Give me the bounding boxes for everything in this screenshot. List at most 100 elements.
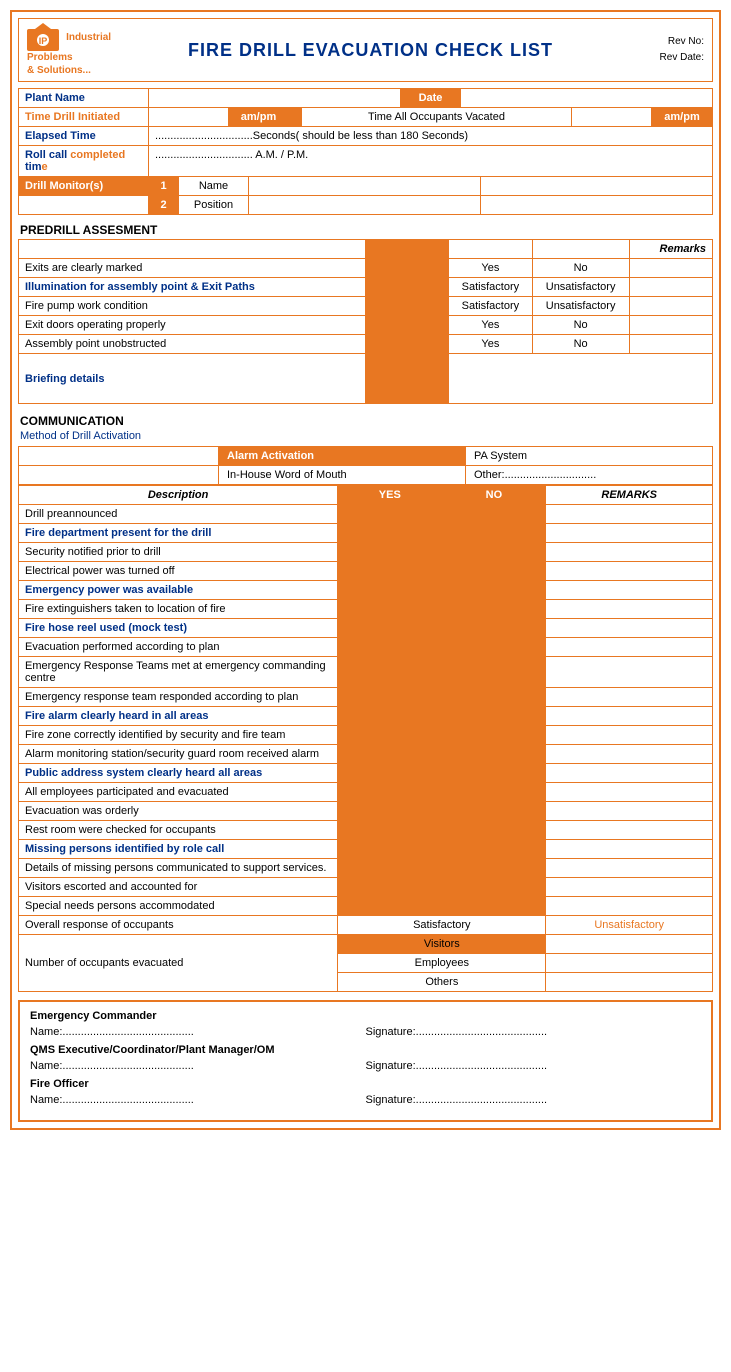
plant-date-row: Plant Name Date [19,89,712,108]
comm-row-yes-orange [338,897,442,916]
comm-row-remarks[interactable] [546,821,713,840]
comm-occupants-others-val[interactable] [546,973,713,992]
comm-row-remarks[interactable] [546,600,713,619]
comm-row-desc: Emergency Response Teams met at emergenc… [19,657,338,688]
monitor1-name-value[interactable] [249,177,481,195]
comm-row-remarks[interactable] [546,783,713,802]
predrill-row-orange [366,335,449,354]
predrill-row-remarks[interactable] [629,335,712,354]
comm-row-remarks[interactable] [546,840,713,859]
comm-row-desc: Fire hose reel used (mock test) [19,619,338,638]
plant-name-value[interactable] [149,89,401,107]
elapsed-label: Elapsed Time [19,127,149,145]
monitor2-pos-value[interactable] [249,196,481,214]
comm-row-remarks[interactable] [546,745,713,764]
comm-row-desc: Fire extinguishers taken to location of … [19,600,338,619]
comm-row-remarks[interactable] [546,524,713,543]
comm-row-yes-orange [338,764,442,783]
predrill-row-desc: Exits are clearly marked [19,259,366,278]
comm-row-remarks[interactable] [546,581,713,600]
comm-row-no-orange [442,878,546,897]
predrill-row-remarks[interactable] [629,297,712,316]
time-all-label: Time All Occupants Vacated [302,108,572,126]
comm-row-remarks[interactable] [546,688,713,707]
header: IP Industrial Problems & Solutions... FI… [18,18,713,82]
comm-occupants-employees-val[interactable] [546,954,713,973]
fo-name: Name:...................................… [30,1094,366,1106]
comm-row-desc: Electrical power was turned off [19,562,338,581]
comm-row-remarks[interactable] [546,802,713,821]
svg-text:IP: IP [39,36,48,46]
predrill-row-orange [366,316,449,335]
comm-row-yes-orange [338,543,442,562]
comm-row-desc: Evacuation was orderly [19,802,338,821]
comm-row-no-orange [442,897,546,916]
monitor2-row: 2 Position [19,196,712,214]
signature-box: Emergency Commander Name:...............… [18,1000,713,1122]
predrill-briefing-desc: Briefing details [19,354,366,404]
time-drill-label: Time Drill Initiated [19,108,149,126]
alarm-activation: Alarm Activation [219,447,466,465]
drill-monitors-label: Drill Monitor(s) [19,177,149,195]
predrill-row-desc: Exit doors operating properly [19,316,366,335]
comm-row-desc: Missing persons identified by role call [19,840,338,859]
comm-row-yes-orange [338,802,442,821]
predrill-row-col2: Unsatisfactory [532,278,629,297]
comm-yes-header: YES [338,486,442,505]
comm-row-remarks[interactable] [546,543,713,562]
ec-title: Emergency Commander [30,1010,701,1022]
comm-row-desc: Rest room were checked for occupants [19,821,338,840]
comm-row-yes-orange [338,619,442,638]
ec-signature: Signature:..............................… [366,1026,702,1038]
comm-row-no-orange [442,619,546,638]
comm-row-desc: Security notified prior to drill [19,543,338,562]
time-row: Time Drill Initiated am/pm Time All Occu… [19,108,712,127]
monitor1-extra [481,177,712,195]
time-drill-value[interactable] [149,108,229,126]
comm-row-remarks[interactable] [546,764,713,783]
comm-row-no-orange [442,638,546,657]
comm-row-remarks[interactable] [546,638,713,657]
monitor2-empty [19,196,149,214]
predrill-yes-header [449,240,532,259]
predrill-row-col1: Satisfactory [449,297,532,316]
predrill-row-desc: Illumination for assembly point & Exit P… [19,278,366,297]
comm-row-no-orange [442,581,546,600]
comm-row-remarks[interactable] [546,505,713,524]
predrill-briefing-area[interactable] [449,354,713,404]
monitor2-num: 2 [149,196,179,214]
time-all-value[interactable] [572,108,652,126]
comm-row-desc: Fire zone correctly identified by securi… [19,726,338,745]
predrill-row-remarks[interactable] [629,316,712,335]
date-value[interactable] [461,89,712,107]
predrill-row-remarks[interactable] [629,278,712,297]
predrill-row-col1: Yes [449,316,532,335]
predrill-row-col1: Yes [449,335,532,354]
comm-row-yes-orange [338,600,442,619]
comm-row-remarks[interactable] [546,707,713,726]
comm-row-remarks[interactable] [546,657,713,688]
comm-row-remarks[interactable] [546,897,713,916]
comm-row-desc: Alarm monitoring station/security guard … [19,745,338,764]
comm-row-no-orange [442,821,546,840]
comm-row-desc: Emergency power was available [19,581,338,600]
comm-row-remarks[interactable] [546,859,713,878]
comm-row-remarks[interactable] [546,878,713,897]
comm-row-no-orange [442,524,546,543]
comm-row-remarks[interactable] [546,562,713,581]
predrill-title: PREDRILL ASSESMENT [18,223,713,237]
comm-row-remarks[interactable] [546,726,713,745]
comm-row-remarks[interactable] [546,619,713,638]
comm-row-yes-orange [338,726,442,745]
comm-row-yes-orange [338,840,442,859]
predrill-row-remarks[interactable] [629,259,712,278]
inhouse: In-House Word of Mouth [219,466,466,484]
rev-info: Rev No: Rev Date: [594,34,704,66]
am-pm-1: am/pm [229,108,289,126]
am-pm-2: am/pm [652,108,712,126]
comm-occupants-visitors-val[interactable] [546,935,713,954]
other: Other:.............................. [466,466,712,484]
comm-row-desc: Fire alarm clearly heard in all areas [19,707,338,726]
qms-name: Name:...................................… [30,1060,366,1072]
logo-area: IP Industrial Problems & Solutions... [27,23,147,77]
